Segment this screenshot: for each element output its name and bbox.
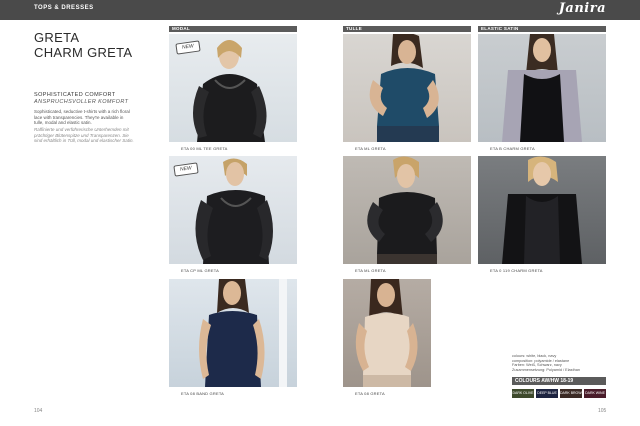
- description-de: Raffinierte und verführerische Unterhemd…: [34, 127, 134, 144]
- model-figure-6: [502, 156, 582, 264]
- swatch-dark-brown: DARK BROWN: [560, 389, 582, 398]
- colour-composition-note: colours: white, black, navy composition:…: [512, 354, 580, 372]
- product-photo-6: [478, 156, 606, 264]
- page-number-right: 105: [598, 408, 607, 414]
- caption-3: ETA B CHARM GRETA: [490, 146, 535, 151]
- fabric-bar-satin: ELASTIC SATIN: [478, 26, 606, 32]
- model-figure-8: [355, 279, 418, 387]
- fabric-bar-modal: MODAL: [169, 26, 297, 32]
- subtitle-de: ANSPRUCHSVOLLER KOMFORT: [34, 99, 129, 105]
- caption-6: ETA 0 119 CHARM GRETA: [490, 268, 543, 273]
- brand-logo: Janira: [558, 1, 606, 16]
- top-header-bar: TOPS & DRESSES Janira: [0, 0, 640, 20]
- product-photo-5: [343, 156, 471, 264]
- product-photo-3: [478, 34, 606, 142]
- product-photo-7: [169, 279, 297, 387]
- caption-8: ETA 08 GRETA: [355, 391, 385, 396]
- product-photo-2: [343, 34, 471, 142]
- section-label: TOPS & DRESSES: [34, 5, 94, 11]
- caption-4: ETA CP ML GRETA: [181, 268, 219, 273]
- subtitle-en: SOPHISTICATED COMFORT: [34, 92, 116, 98]
- title-line-2: CHARM GRETA: [34, 45, 133, 60]
- swatch-dark-wine: DARK WINE: [584, 389, 606, 398]
- colours-title-bar: COLOURS AW/HW 18-19: [512, 377, 606, 385]
- swatch-dark-olive: DARK OLIVE: [512, 389, 534, 398]
- page-number-left: 104: [34, 408, 43, 414]
- caption-2: ETA ML GRETA: [355, 146, 386, 151]
- description-en: Sophisticated, seductive t-shirts with a…: [34, 109, 130, 126]
- caption-5: ETA ML GRETA: [355, 268, 386, 273]
- model-figure-2: [369, 34, 439, 142]
- title-line-1: GRETA: [34, 30, 80, 45]
- model-figure-5: [367, 156, 443, 264]
- caption-1: ETA 00 ML TEE GRETA: [181, 146, 228, 151]
- product-photo-8: [343, 279, 431, 387]
- caption-7: ETA 08 BAND GRETA: [181, 391, 225, 396]
- fabric-bar-tulle: TULLE: [343, 26, 471, 32]
- page-title: GRETA CHARM GRETA: [34, 30, 132, 60]
- model-figure-7: [199, 279, 287, 387]
- swatch-deep-blue: DEEP BLUE: [536, 389, 558, 398]
- model-figure-3: [502, 34, 582, 142]
